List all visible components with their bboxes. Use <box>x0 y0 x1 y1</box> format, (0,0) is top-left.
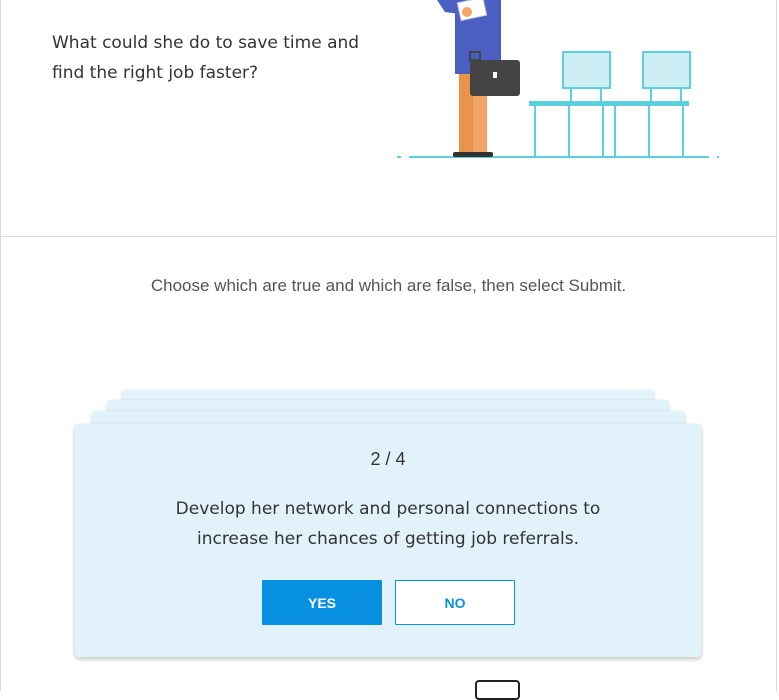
no-button[interactable]: NO <box>395 580 515 625</box>
scenario-question: What could she do to save time and find … <box>52 28 397 88</box>
scenario-section: What could she do to save time and find … <box>1 0 777 237</box>
submit-button[interactable] <box>475 680 520 700</box>
card-statement: Develop her network and personal connect… <box>135 494 641 554</box>
statement-line-2: increase her chances of getting job refe… <box>196 529 580 549</box>
statement-line-1: Develop her network and personal connect… <box>175 499 601 519</box>
instruction-text: Choose which are true and which are fals… <box>150 276 627 295</box>
job-seeker-waiting-illustration <box>397 0 719 158</box>
yes-button[interactable]: YES <box>262 580 382 625</box>
true-false-card: 2 / 4 Develop her network and personal c… <box>75 424 701 657</box>
question-line-1: What could she do to save time and <box>52 33 360 53</box>
question-line-2: find the right job faster? <box>52 63 259 83</box>
card-counter: 2 / 4 <box>370 449 406 469</box>
